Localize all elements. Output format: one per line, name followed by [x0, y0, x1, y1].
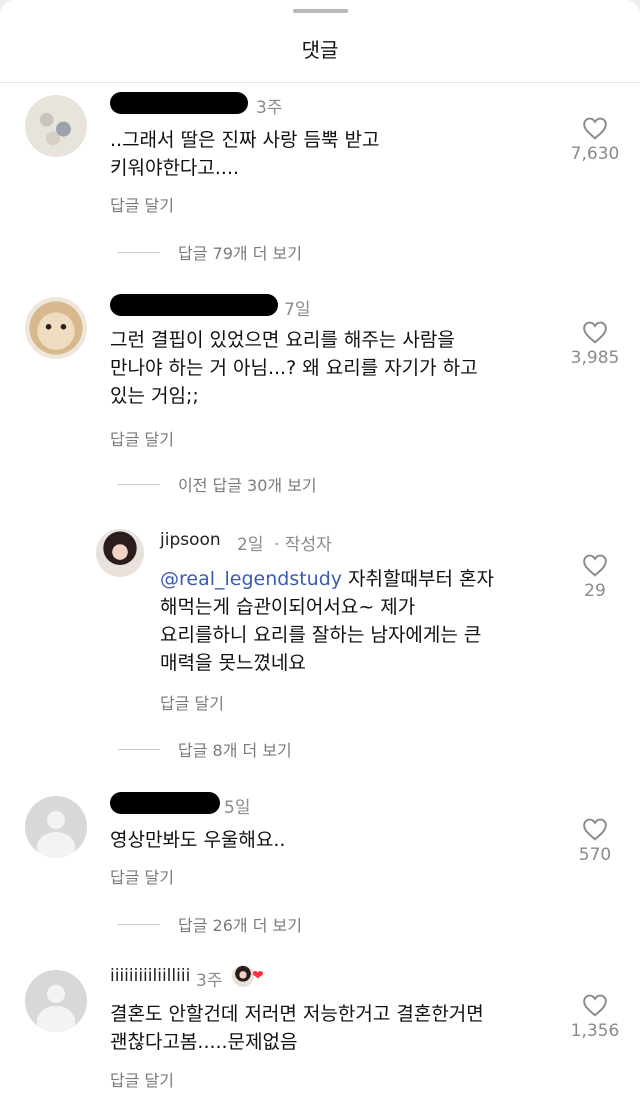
reply-button[interactable]: 답글 달기	[110, 192, 174, 216]
like-button[interactable]: 570	[555, 817, 635, 865]
comment-username[interactable]: iiiiiiiiiliilliii	[110, 966, 190, 986]
comment-text: 그런 결핍이 있었으면 요리를 해주는 사람을 만나야 하는 거 아님...? …	[110, 329, 478, 407]
view-more-replies-label: 답글 8개 더 보기	[178, 741, 292, 760]
thread-line	[118, 251, 160, 253]
thread-line	[118, 923, 160, 925]
author-tag: · 작성자	[274, 535, 332, 555]
heart-outline-icon	[583, 554, 607, 577]
comment-time: 5일	[224, 798, 251, 818]
comment-text: 영상만봐도 우울해요..	[110, 829, 286, 851]
reply-button[interactable]: 답글 달기	[110, 1067, 174, 1091]
like-button[interactable]: 3,985	[555, 320, 635, 368]
commenter-avatar[interactable]	[25, 970, 87, 1032]
heart-outline-icon	[583, 994, 607, 1017]
reply-time: 2일	[237, 535, 264, 555]
comment-time: 7일	[284, 300, 311, 320]
header-divider	[0, 82, 640, 83]
reply-username[interactable]: jipsoon	[160, 530, 221, 550]
reply-text: @real_legendstudy 자취할때부터 혼자 해먹는게 습관이되어서요…	[160, 565, 570, 677]
comment-text: ..그래서 딸은 진짜 사랑 듬뿍 받고 키워야한다고....	[110, 129, 380, 179]
redacted-username	[110, 294, 278, 316]
redacted-username	[110, 92, 248, 114]
thread-line	[118, 483, 160, 485]
comment-text: 결혼도 안할건데 저러면 저능한거고 결혼한거면 괜찮다고봄.....문제없음	[110, 1003, 484, 1053]
view-previous-replies-label: 이전 답글 30개 보기	[178, 476, 317, 495]
reply-button[interactable]: 답글 달기	[160, 690, 224, 714]
comments-sheet: 댓글 3주 ..그래서 딸은 진짜 사랑 듬뿍 받고 키워야한다고.... 답글…	[0, 0, 640, 1093]
commenter-avatar[interactable]	[25, 95, 87, 157]
view-more-replies-label: 답글 79개 더 보기	[178, 244, 302, 263]
reply-button[interactable]: 답글 달기	[110, 864, 174, 888]
view-more-replies[interactable]: 답글 8개 더 보기	[118, 737, 292, 761]
heart-outline-icon	[583, 321, 607, 344]
view-more-replies-label: 답글 26개 더 보기	[178, 916, 302, 935]
commenter-avatar[interactable]	[25, 297, 87, 359]
comment-time: 3주	[256, 98, 283, 118]
like-count: 1,356	[570, 1021, 620, 1041]
red-heart-icon: ❤	[252, 968, 264, 984]
mention-link[interactable]: @real_legendstudy	[160, 568, 342, 590]
reply-avatar[interactable]	[96, 529, 144, 577]
comment-time: 3주	[196, 971, 223, 991]
like-count: 29	[584, 581, 606, 601]
heart-outline-icon	[583, 117, 607, 140]
thread-line	[118, 748, 160, 750]
redacted-username	[110, 792, 220, 814]
commenter-avatar[interactable]	[25, 796, 87, 858]
view-more-replies[interactable]: 답글 26개 더 보기	[118, 912, 302, 936]
like-count: 7,630	[570, 144, 620, 164]
reply-button[interactable]: 답글 달기	[110, 426, 174, 450]
like-count: 570	[578, 845, 612, 865]
view-previous-replies[interactable]: 이전 답글 30개 보기	[118, 472, 317, 496]
sheet-title: 댓글	[301, 38, 339, 62]
sheet-drag-handle[interactable]	[293, 9, 348, 13]
author-avatar-icon	[232, 965, 254, 987]
heart-outline-icon	[583, 818, 607, 841]
like-button[interactable]: 1,356	[555, 993, 635, 1041]
like-button[interactable]: 29	[555, 553, 635, 601]
view-more-replies[interactable]: 답글 79개 더 보기	[118, 240, 302, 264]
like-button[interactable]: 7,630	[555, 116, 635, 164]
like-count: 3,985	[570, 348, 620, 368]
